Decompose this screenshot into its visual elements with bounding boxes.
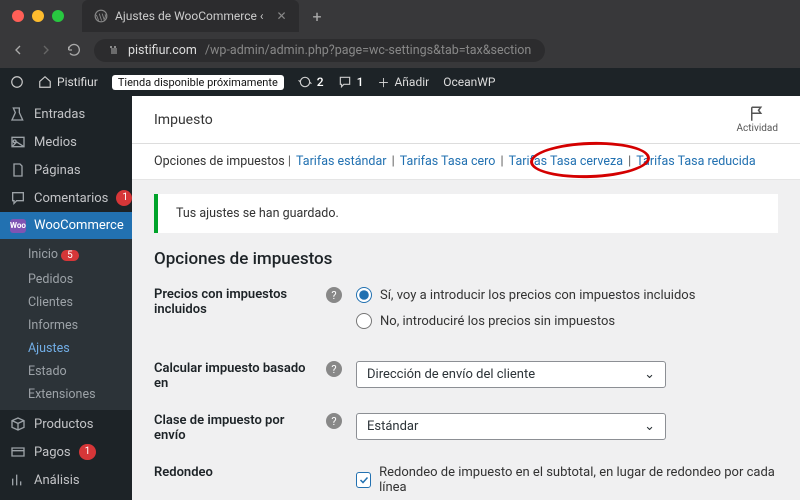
- sidebar-item-comentarios[interactable]: Comentarios1: [0, 184, 132, 212]
- subnav-link[interactable]: Tarifas Tasa cero: [398, 154, 498, 169]
- chevron-down-icon: ⌄: [644, 367, 655, 382]
- add-new-link[interactable]: ＋ Añadir: [377, 74, 429, 91]
- tab-title: Ajustes de WooCommerce ‹: [115, 9, 263, 23]
- sidebar-item-woocommerce[interactable]: WooWooCommerce: [0, 212, 132, 239]
- help-icon[interactable]: ?: [326, 287, 342, 303]
- subitem-pedidos[interactable]: Pedidos: [0, 268, 132, 291]
- subitem-inicio[interactable]: Inicio 5: [0, 243, 132, 268]
- section-heading: Opciones de impuestos: [154, 249, 778, 269]
- sidebar-item-pagos[interactable]: Pagos1: [0, 438, 132, 466]
- wordpress-icon[interactable]: [10, 75, 24, 89]
- chart-icon: [10, 472, 26, 488]
- prices-yes-radio[interactable]: [356, 287, 372, 303]
- url-host: pistifiur.com: [128, 43, 197, 58]
- main-content: Impuesto Actividad Opciones de impuestos…: [132, 96, 800, 500]
- site-settings-icon: [108, 44, 120, 56]
- address-bar[interactable]: pistifiur.com/wp-admin/admin.php?page=wc…: [94, 39, 545, 62]
- woocommerce-icon: Woo: [10, 219, 26, 233]
- rounding-checkbox[interactable]: [356, 472, 371, 488]
- update-icon: [298, 75, 312, 89]
- page-title: Impuesto: [154, 112, 213, 128]
- home-icon: [38, 75, 52, 89]
- sidebar-item-mercadeo[interactable]: Mercadeo: [0, 494, 132, 500]
- plus-icon: ＋: [377, 74, 389, 91]
- activity-panel-button[interactable]: Actividad: [737, 105, 778, 134]
- subitem-ajustes[interactable]: Ajustes: [0, 337, 132, 360]
- reload-icon[interactable]: [66, 42, 82, 58]
- subnav-link[interactable]: Tarifas estándar: [294, 154, 389, 169]
- count-badge: 5: [61, 250, 79, 261]
- ship-class-label: Clase de impuesto por envío: [154, 413, 312, 443]
- calc-label: Calcular impuesto basado en: [154, 361, 312, 391]
- wordpress-icon: [94, 9, 108, 23]
- rounding-label: Redondeo: [154, 465, 213, 480]
- flag-icon: [748, 105, 766, 123]
- site-link[interactable]: Pistifiur: [38, 75, 98, 89]
- subitem-estado[interactable]: Estado: [0, 360, 132, 383]
- wp-admin-bar: Pistifiur Tienda disponible próximamente…: [0, 68, 800, 96]
- store-notice[interactable]: Tienda disponible próximamente: [112, 75, 284, 90]
- close-dot[interactable]: [12, 10, 24, 22]
- window-titlebar: Ajustes de WooCommerce ‹ ✕ +: [0, 0, 800, 32]
- comments-link[interactable]: 1: [338, 75, 364, 89]
- sidebar-item-análisis[interactable]: Análisis: [0, 466, 132, 494]
- calc-select[interactable]: Dirección de envío del cliente⌄: [356, 361, 666, 388]
- prices-no-radio[interactable]: [356, 313, 372, 329]
- card-icon: [10, 444, 26, 460]
- success-notice: Tus ajustes se han guardado.: [154, 194, 778, 233]
- sidebar-item-entradas[interactable]: Entradas: [0, 100, 132, 128]
- check-icon: [358, 474, 370, 486]
- help-icon[interactable]: ?: [326, 361, 342, 377]
- close-icon[interactable]: ✕: [276, 9, 286, 23]
- admin-sidebar: EntradasMediosPáginasComentarios1WooWooC…: [0, 96, 132, 500]
- comment-icon: [10, 190, 26, 206]
- subnav-current[interactable]: Opciones de impuestos: [154, 154, 285, 169]
- tax-subnav: Opciones de impuestos | Tarifas estándar…: [132, 144, 800, 180]
- minimize-dot[interactable]: [32, 10, 44, 22]
- sidebar-item-medios[interactable]: Medios: [0, 128, 132, 156]
- subitem-informes[interactable]: Informes: [0, 314, 132, 337]
- updates-link[interactable]: 2: [298, 75, 324, 89]
- subnav-link[interactable]: Tarifas Tasa reducida: [634, 154, 757, 169]
- pin-icon: [10, 106, 26, 122]
- sidebar-item-páginas[interactable]: Páginas: [0, 156, 132, 184]
- subnav-link[interactable]: Tarifas Tasa cerveza: [507, 154, 625, 169]
- count-badge: 1: [116, 190, 132, 206]
- back-icon[interactable]: [10, 42, 26, 58]
- new-tab-button[interactable]: +: [313, 7, 322, 26]
- url-path: /wp-admin/admin.php?page=wc-settings&tab…: [205, 43, 531, 58]
- help-icon[interactable]: ?: [326, 413, 342, 429]
- chevron-down-icon: ⌄: [644, 419, 655, 434]
- prices-label: Precios con impuestos incluidos: [154, 287, 312, 317]
- theme-link[interactable]: OceanWP: [443, 75, 495, 89]
- count-badge: 1: [79, 444, 97, 460]
- box-icon: [10, 416, 26, 432]
- page-icon: [10, 162, 26, 178]
- subitem-extensiones[interactable]: Extensiones: [0, 383, 132, 406]
- page-header: Impuesto Actividad: [132, 96, 800, 144]
- maximize-dot[interactable]: [52, 10, 64, 22]
- browser-toolbar: pistifiur.com/wp-admin/admin.php?page=wc…: [0, 32, 800, 68]
- subitem-clientes[interactable]: Clientes: [0, 291, 132, 314]
- forward-icon[interactable]: [38, 42, 54, 58]
- browser-tab[interactable]: Ajustes de WooCommerce ‹ ✕: [82, 0, 299, 32]
- sidebar-item-productos[interactable]: Productos: [0, 410, 132, 438]
- ship-class-select[interactable]: Estándar⌄: [356, 413, 666, 440]
- media-icon: [10, 134, 26, 150]
- comment-icon: [338, 75, 352, 89]
